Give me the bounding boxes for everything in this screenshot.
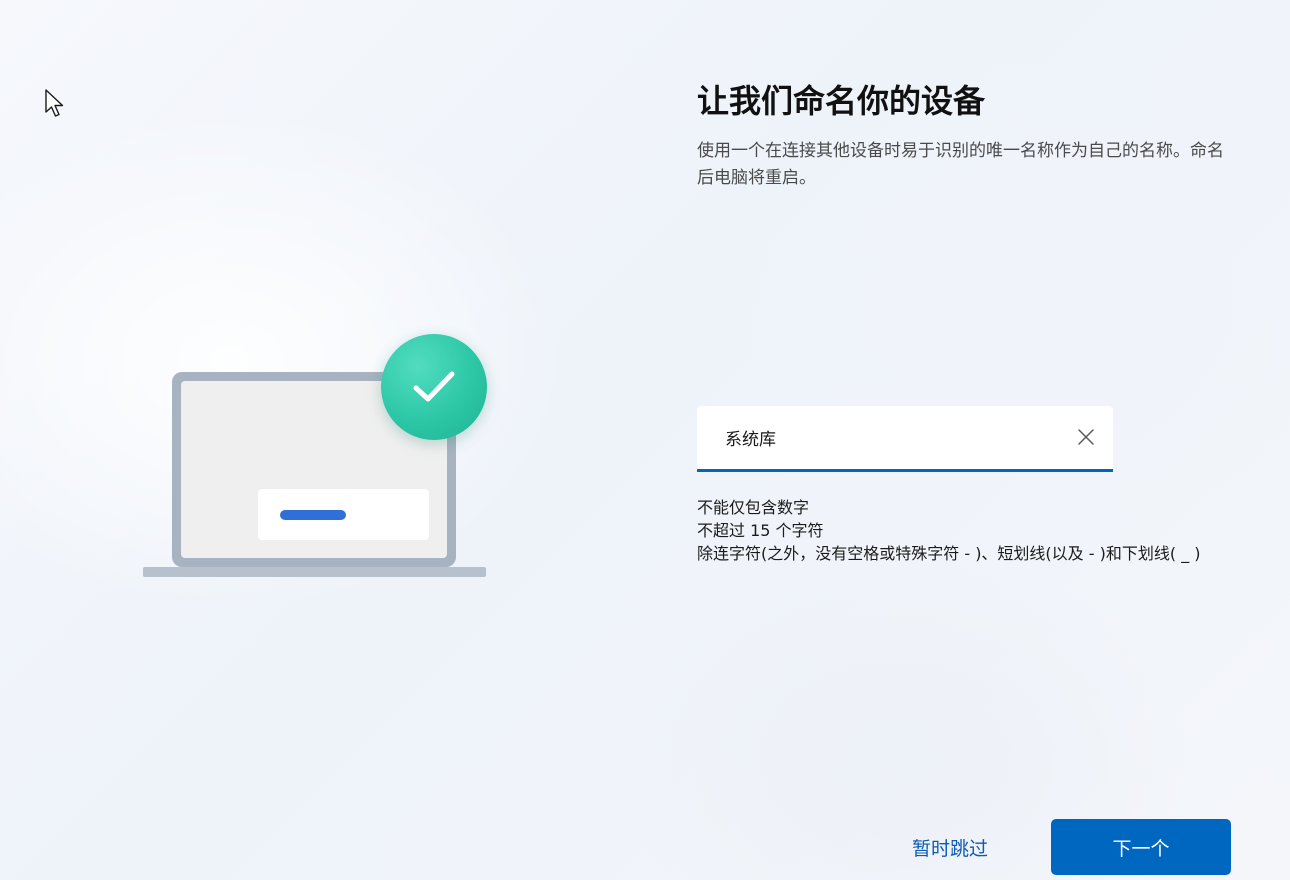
close-icon: [1078, 429, 1094, 445]
device-name-input[interactable]: [697, 406, 1057, 469]
device-name-field: [697, 406, 1113, 472]
device-illustration: [143, 334, 489, 580]
rule-item: 不能仅包含数字: [697, 498, 810, 517]
laptop-name-field: [258, 489, 429, 540]
rule-item: 不超过 15 个字符: [697, 521, 824, 540]
skip-for-now-button[interactable]: 暂时跳过: [880, 822, 1020, 872]
naming-rules: 不能仅包含数字 不超过 15 个字符 除连字符(之外，没有空格或特殊字符 - )…: [697, 496, 1237, 565]
checkmark-icon: [381, 334, 487, 440]
laptop-name-bar: [280, 510, 346, 520]
page-description: 使用一个在连接其他设备时易于识别的唯一名称作为自己的名称。命名后电脑将重启。: [697, 141, 1224, 188]
clear-input-button[interactable]: [1069, 420, 1103, 454]
next-button[interactable]: 下一个: [1051, 819, 1231, 875]
rule-item: 除连字符(之外，没有空格或特殊字符 - )、短划线(以及 - )和下划线( _ …: [697, 544, 1201, 563]
mouse-cursor-icon: [44, 88, 66, 118]
page-title: 让我们命名你的设备: [697, 82, 986, 120]
laptop-base: [143, 567, 486, 577]
